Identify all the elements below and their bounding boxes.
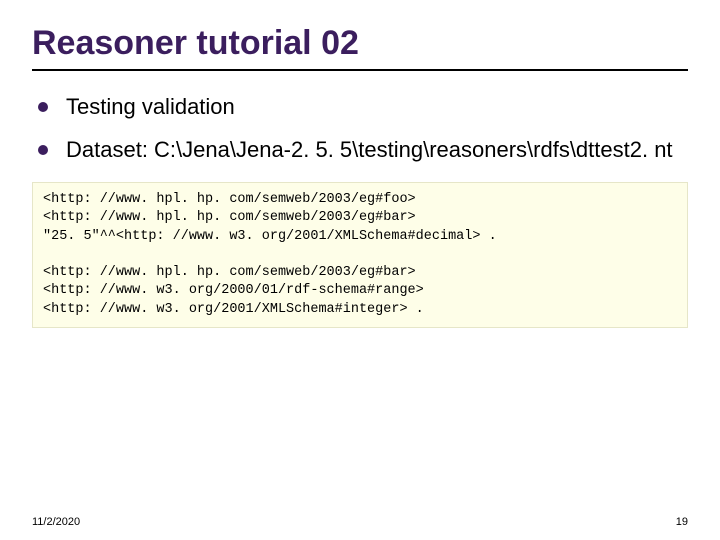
footer-page-number: 19 <box>676 516 688 528</box>
title-divider <box>32 69 688 71</box>
slide-footer: 11/2/2020 19 <box>32 516 688 528</box>
code-block: <http: //www. hpl. hp. com/semweb/2003/e… <box>32 182 688 328</box>
bullet-item: Dataset: C:\Jena\Jena-2. 5. 5\testing\re… <box>38 136 688 165</box>
slide: Reasoner tutorial 02 Testing validation … <box>0 0 720 540</box>
bullet-item: Testing validation <box>38 93 688 122</box>
footer-date: 11/2/2020 <box>32 516 80 528</box>
bullet-list: Testing validation Dataset: C:\Jena\Jena… <box>32 93 688 164</box>
slide-title: Reasoner tutorial 02 <box>32 24 688 63</box>
